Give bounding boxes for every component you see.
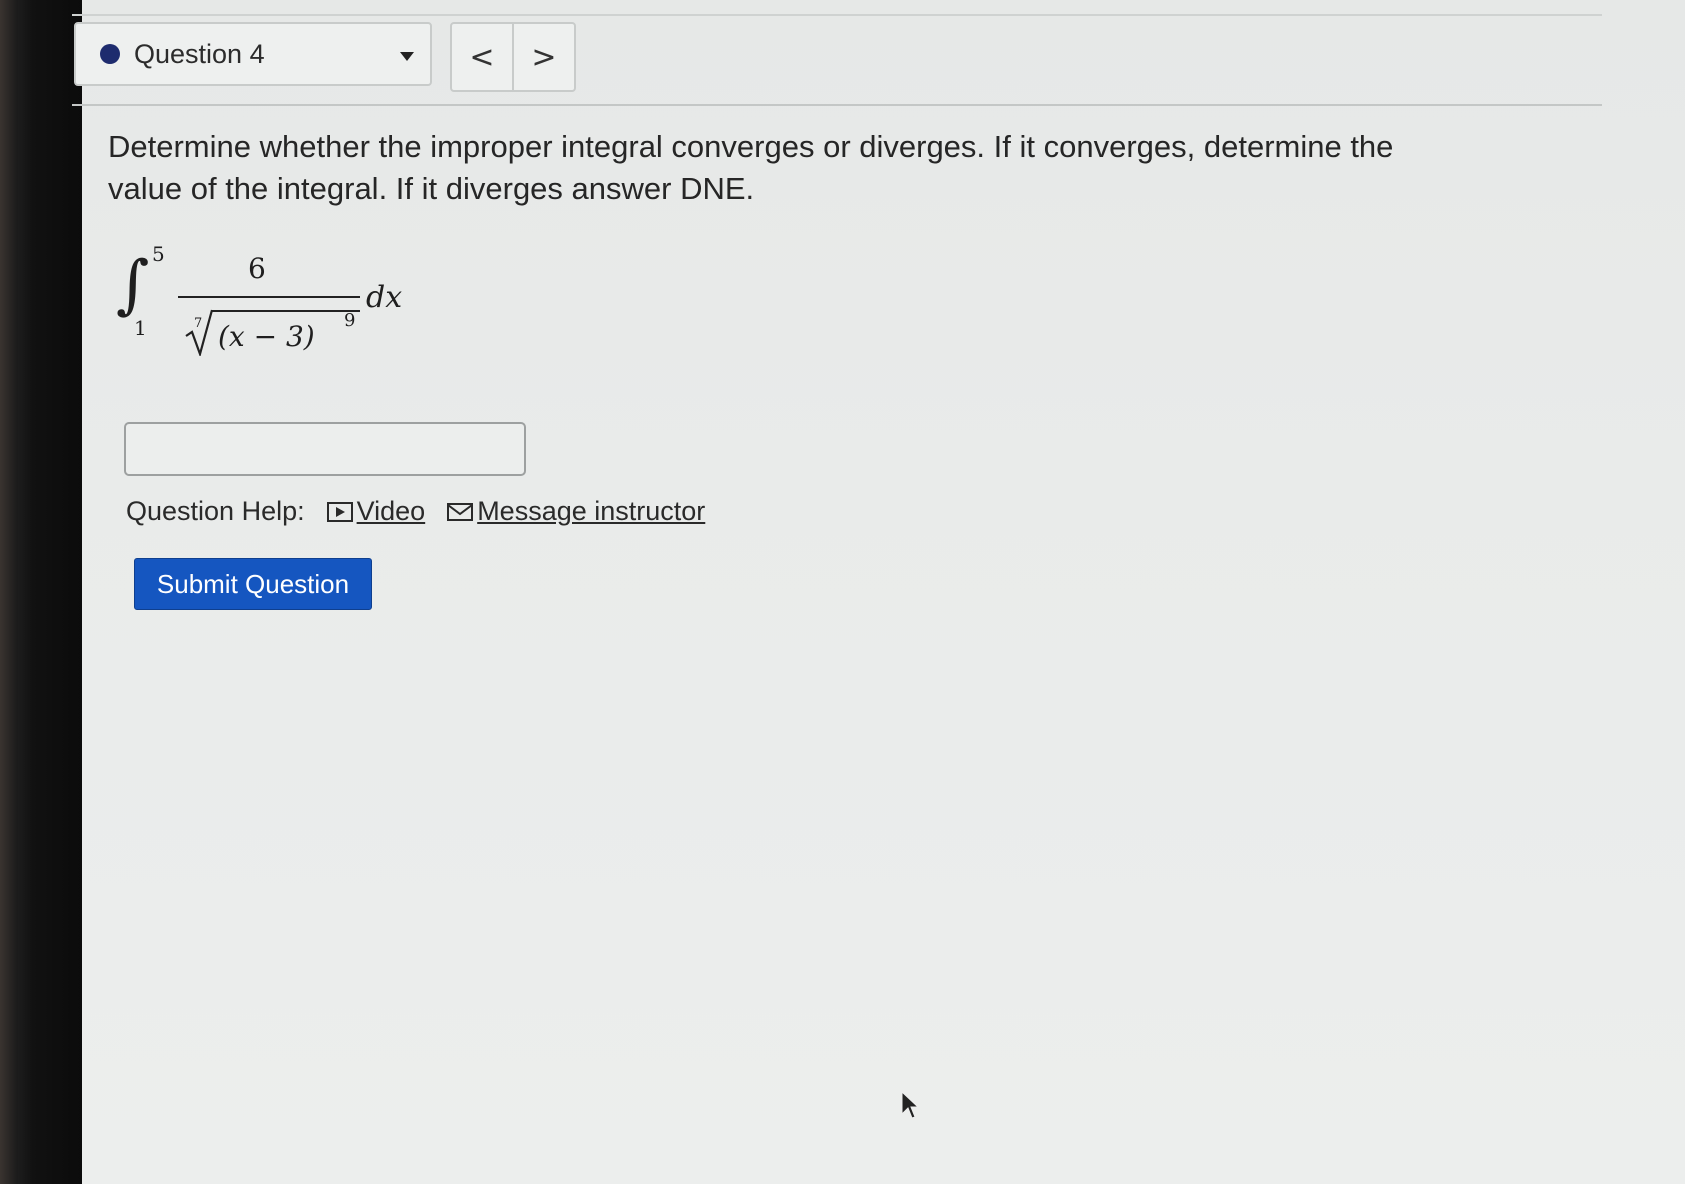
question-help-label: Question Help: bbox=[126, 496, 305, 526]
question-nav: < > bbox=[450, 22, 576, 92]
radicand: (x − 3) bbox=[218, 320, 315, 353]
question-prompt: Determine whether the improper integral … bbox=[108, 129, 1394, 206]
question-help: Question Help: Video Message instructor bbox=[126, 496, 727, 527]
integral-expression: ∫ 5 1 6 7 (x − 3) 9 dx bbox=[116, 240, 416, 380]
next-question-button[interactable]: > bbox=[512, 24, 574, 90]
message-instructor-link[interactable]: Message instructor bbox=[447, 496, 705, 527]
monitor-bezel bbox=[0, 0, 82, 1184]
differential: dx bbox=[366, 280, 403, 315]
exponent: 9 bbox=[344, 310, 356, 331]
envelope-icon bbox=[447, 502, 474, 522]
video-link-label: Video bbox=[356, 496, 426, 526]
message-instructor-label: Message instructor bbox=[477, 496, 706, 526]
fraction-bar bbox=[178, 296, 360, 298]
root-index: 7 bbox=[194, 316, 203, 331]
radical-sign bbox=[185, 309, 214, 356]
question-selector-label: Question 4 bbox=[134, 38, 265, 69]
lower-limit: 1 bbox=[134, 316, 147, 340]
video-play-icon bbox=[326, 501, 353, 522]
video-link[interactable]: Video bbox=[326, 496, 426, 527]
chevron-right-icon: > bbox=[531, 39, 557, 75]
submit-question-button[interactable]: Submit Question bbox=[134, 558, 372, 610]
previous-question-button[interactable]: < bbox=[452, 24, 512, 90]
radical-vinculum bbox=[212, 310, 360, 312]
header-divider bbox=[72, 104, 1602, 106]
answer-input[interactable] bbox=[124, 422, 526, 476]
upper-limit: 5 bbox=[152, 242, 165, 266]
status-dot-icon bbox=[100, 44, 120, 64]
mouse-cursor-icon bbox=[901, 1090, 920, 1119]
top-divider bbox=[72, 14, 1602, 16]
caret-down-icon bbox=[400, 52, 414, 61]
bezel-edge bbox=[0, 0, 18, 1184]
numerator: 6 bbox=[248, 252, 266, 285]
question-selector[interactable]: Question 4 bbox=[74, 22, 432, 86]
chevron-left-icon: < bbox=[469, 39, 495, 75]
